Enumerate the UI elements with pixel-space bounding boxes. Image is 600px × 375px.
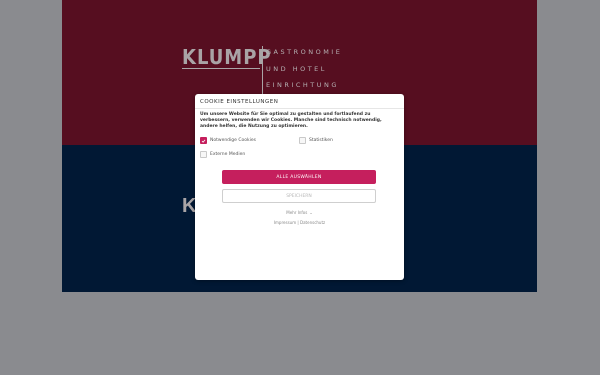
dialog-title: COOKIE EINSTELLUNGEN bbox=[200, 99, 279, 105]
check-icon bbox=[201, 139, 206, 143]
footer-links: Impressum | Datenschutz bbox=[195, 220, 404, 225]
logo-divider bbox=[262, 46, 263, 98]
option-label: Notwendige Cookies bbox=[210, 138, 256, 143]
checkbox-necessary-cookies[interactable] bbox=[200, 137, 207, 144]
checkbox-statistics[interactable] bbox=[299, 137, 306, 144]
privacy-link[interactable]: Datenschutz bbox=[300, 220, 325, 225]
logo-underline bbox=[182, 68, 260, 69]
link-separator: | bbox=[297, 220, 299, 225]
logo-wordmark: KLUMPP bbox=[182, 45, 272, 69]
chevron-down-icon: ⌄ bbox=[309, 210, 313, 215]
more-info-link[interactable]: Mehr Infos ⌄ bbox=[195, 210, 404, 215]
checkbox-external-media[interactable] bbox=[200, 151, 207, 158]
option-label: Statistiken bbox=[309, 138, 333, 143]
accept-all-button[interactable]: ALLE AUSWÄHLEN bbox=[222, 170, 376, 184]
logo-tagline-line-2: UND HOTEL bbox=[266, 65, 327, 73]
save-button[interactable]: SPEICHERN bbox=[222, 189, 376, 203]
option-statistics[interactable]: Statistiken bbox=[299, 137, 333, 144]
cookie-settings-dialog: COOKIE EINSTELLUNGEN Um unsere Website f… bbox=[195, 94, 404, 280]
option-label: Externe Medien bbox=[210, 152, 246, 157]
option-necessary-cookies[interactable]: Notwendige Cookies bbox=[200, 137, 256, 144]
dialog-description: Um unsere Website für Sie optimal zu ges… bbox=[200, 112, 382, 129]
option-external-media[interactable]: Externe Medien bbox=[200, 151, 245, 158]
logo-tagline-line-1: GASTRONOMIE bbox=[266, 48, 343, 56]
dialog-divider bbox=[195, 108, 404, 109]
logo-tagline-line-3: EINRICHTUNG bbox=[266, 81, 339, 89]
imprint-link[interactable]: Impressum bbox=[274, 220, 296, 225]
more-info-label: Mehr Infos bbox=[286, 210, 308, 215]
